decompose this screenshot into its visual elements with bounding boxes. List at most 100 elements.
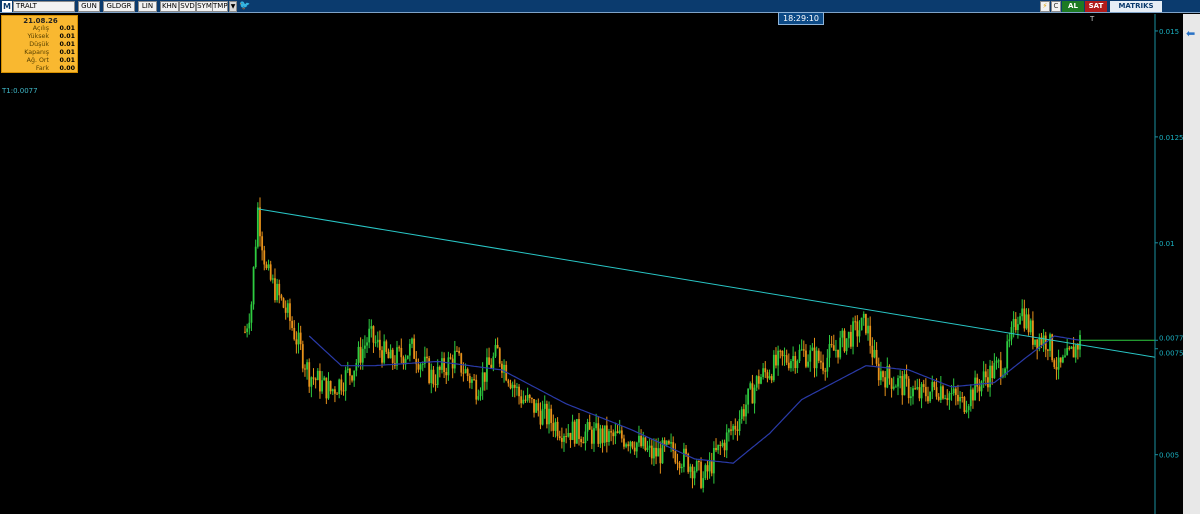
candle-body: [593, 428, 595, 444]
candle-body: [954, 388, 957, 395]
candle-body: [820, 360, 822, 363]
refresh-icon[interactable]: C: [1051, 1, 1061, 12]
candle-body: [927, 396, 929, 402]
candle-body: [762, 368, 765, 378]
candle-body: [456, 350, 458, 352]
candle-body: [336, 393, 338, 395]
chevron-down-icon[interactable]: ▼: [229, 1, 237, 12]
flash-icon[interactable]: ⚡: [1040, 1, 1050, 12]
toolbar-button-tmp[interactable]: TMP: [212, 1, 228, 12]
candle-body: [764, 368, 767, 373]
candle-body: [605, 425, 608, 443]
candle-body: [984, 371, 987, 378]
candle-body: [537, 403, 540, 411]
twitter-icon[interactable]: 🐦: [239, 1, 250, 12]
candle-body: [629, 441, 632, 447]
candle-body: [676, 462, 679, 464]
candle-body: [779, 350, 782, 352]
candle-body: [1029, 320, 1032, 333]
candle-body: [811, 347, 814, 351]
candle-body: [894, 386, 897, 388]
candle-body: [563, 436, 565, 442]
candle-body: [312, 377, 315, 379]
candle-body: [342, 390, 345, 392]
candle-body: [978, 386, 981, 392]
candle-body: [295, 339, 298, 345]
candle-body: [346, 368, 349, 371]
candle-body: [477, 396, 480, 400]
toolbar-button-lin[interactable]: LIN: [138, 1, 157, 12]
toolbar: M TRALT GUN GLDGR LIN KHN SVD SYM TMP ▼ …: [0, 0, 1200, 13]
candle-body: [969, 389, 972, 407]
toolbar-button-sym[interactable]: SYM: [196, 1, 213, 12]
y-tick-label: 0.01: [1159, 240, 1175, 248]
symbol-input[interactable]: TRALT: [13, 1, 75, 12]
sell-button[interactable]: SAT: [1085, 1, 1107, 12]
candle-body: [719, 444, 722, 446]
candle-body: [1059, 357, 1062, 363]
candle-body: [603, 425, 606, 443]
candle-body: [695, 461, 698, 472]
candle-body: [513, 384, 516, 388]
candle-body: [323, 377, 326, 381]
period-button[interactable]: GUN: [78, 1, 100, 12]
candle-body: [520, 396, 523, 404]
candle-body: [582, 442, 585, 444]
candle-body: [933, 381, 936, 388]
candle-body: [792, 356, 795, 362]
candle-body: [841, 330, 844, 338]
candle-body: [445, 371, 448, 376]
candle-body: [464, 369, 467, 373]
candle-body: [680, 466, 683, 469]
candle-body: [327, 381, 330, 399]
candle-body: [434, 384, 437, 386]
candle-body: [284, 307, 287, 313]
candle-body: [319, 370, 321, 392]
candle-body: [734, 425, 737, 430]
candle-body: [471, 379, 473, 383]
candle-body: [378, 339, 381, 351]
candle-body: [736, 429, 739, 431]
candle-body: [286, 303, 289, 313]
candle-body: [578, 419, 580, 440]
candle-body: [924, 386, 927, 397]
candle-body: [259, 207, 261, 237]
candle-body: [421, 363, 424, 365]
candle-body: [903, 374, 906, 396]
candle-body: [937, 396, 940, 400]
candle-body: [873, 349, 876, 358]
arrow-left-icon[interactable]: ⬅: [1186, 28, 1198, 40]
candle-body: [633, 447, 636, 452]
candle-body: [800, 349, 803, 351]
candle-body: [957, 394, 959, 402]
buy-button[interactable]: AL: [1062, 1, 1084, 12]
candle-body: [316, 370, 319, 381]
candle-body: [697, 461, 700, 463]
price-chart[interactable]: 0.015 0.0125 0.01 0.0077 0.0075 0.005: [0, 14, 1183, 514]
candle-body: [702, 478, 705, 488]
candle-body: [989, 365, 991, 388]
toolbar-button-gldgr[interactable]: GLDGR: [103, 1, 135, 12]
candle-body: [646, 447, 649, 451]
candle-body: [550, 408, 553, 423]
candle-body: [486, 357, 488, 382]
candle-body: [610, 431, 613, 433]
toolbar-button-khn[interactable]: KHN: [160, 1, 179, 12]
candle-body: [798, 349, 801, 362]
candle-body: [614, 431, 617, 437]
candle-body: [301, 344, 304, 369]
candle-body: [263, 250, 266, 265]
candle-body: [668, 441, 670, 444]
candle-body: [374, 342, 377, 344]
candle-body: [657, 448, 660, 457]
candle-body: [289, 303, 291, 321]
candle-body: [794, 356, 797, 369]
toolbar-button-svd[interactable]: SVD: [179, 1, 196, 12]
candle-body: [370, 326, 373, 329]
candle-body: [929, 391, 932, 402]
candle-body: [1079, 335, 1081, 350]
candle-body: [575, 419, 578, 444]
candle-body: [338, 379, 341, 395]
candle-body: [999, 360, 1002, 378]
candle-body: [588, 422, 591, 430]
